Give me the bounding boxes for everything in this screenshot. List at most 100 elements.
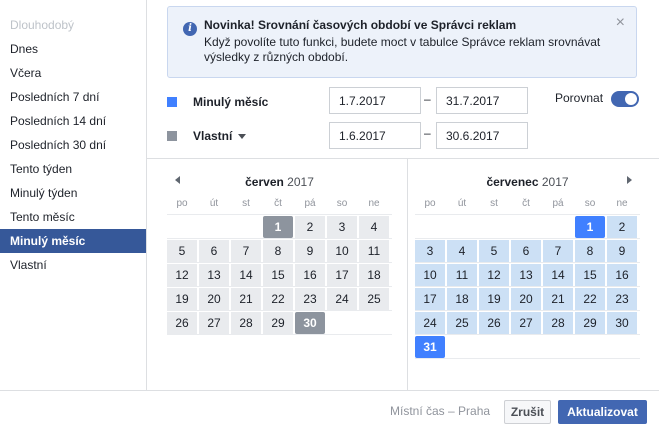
calendar-day[interactable]: 3 <box>327 216 357 238</box>
calendar-day[interactable]: 25 <box>359 288 389 310</box>
grid-line <box>415 214 640 215</box>
weekday-label: so <box>336 198 348 209</box>
compare-toggle[interactable] <box>611 91 639 107</box>
primary-start-date-input[interactable] <box>329 87 421 114</box>
calendar-day[interactable]: 27 <box>199 312 229 334</box>
weekday-label: pá <box>552 198 564 209</box>
calendar-day[interactable]: 7 <box>231 240 261 262</box>
sidebar-item-last-week[interactable]: Minulý týden <box>0 181 146 205</box>
calendar-day[interactable]: 10 <box>327 240 357 262</box>
calendar-day[interactable]: 2 <box>295 216 325 238</box>
calendar-day[interactable]: 30 <box>295 312 325 334</box>
calendar-day[interactable]: 13 <box>511 264 541 286</box>
calendar-day[interactable]: 26 <box>167 312 197 334</box>
calendar-day[interactable]: 12 <box>167 264 197 286</box>
weekday-label: čt <box>522 198 530 209</box>
calendar-title: červen 2017 <box>167 175 392 189</box>
toggle-knob <box>625 93 637 105</box>
grid-line <box>167 334 392 335</box>
compare-start-date-input[interactable] <box>329 122 421 149</box>
calendar-day[interactable]: 24 <box>327 288 357 310</box>
calendar-day[interactable]: 5 <box>167 240 197 262</box>
calendar-day[interactable]: 25 <box>447 312 477 334</box>
sidebar-item-this-month[interactable]: Tento měsíc <box>0 205 146 229</box>
compare-end-date-input[interactable] <box>436 122 528 149</box>
calendar-day[interactable]: 17 <box>327 264 357 286</box>
weekday-label: po <box>424 198 436 209</box>
weekday-label: ne <box>368 198 380 209</box>
calendar-day[interactable]: 8 <box>263 240 293 262</box>
calendar-day[interactable]: 13 <box>199 264 229 286</box>
calendar-day[interactable]: 6 <box>199 240 229 262</box>
calendar-day[interactable]: 20 <box>511 288 541 310</box>
close-icon[interactable]: × <box>616 14 625 32</box>
calendar-day[interactable]: 21 <box>231 288 261 310</box>
calendar-day[interactable]: 28 <box>231 312 261 334</box>
cancel-button[interactable]: Zrušit <box>504 400 551 424</box>
sidebar-item-lifetime[interactable]: Dlouhodobý <box>0 13 146 37</box>
calendar-day[interactable]: 27 <box>511 312 541 334</box>
calendar-day[interactable]: 4 <box>359 216 389 238</box>
calendar-day[interactable]: 14 <box>543 264 573 286</box>
calendar-day[interactable]: 31 <box>415 336 445 358</box>
calendar-day[interactable]: 17 <box>415 288 445 310</box>
calendar-day[interactable]: 15 <box>263 264 293 286</box>
calendar-day[interactable]: 4 <box>447 240 477 262</box>
calendar-day[interactable]: 1 <box>263 216 293 238</box>
calendar-day[interactable]: 28 <box>543 312 573 334</box>
calendar-day[interactable]: 7 <box>543 240 573 262</box>
calendar-day[interactable]: 19 <box>479 288 509 310</box>
calendar-day[interactable]: 26 <box>479 312 509 334</box>
calendar-day[interactable]: 22 <box>575 288 605 310</box>
calendar-day[interactable]: 14 <box>231 264 261 286</box>
info-icon: i <box>183 22 197 36</box>
calendar-day[interactable]: 3 <box>415 240 445 262</box>
calendar-day[interactable]: 24 <box>415 312 445 334</box>
calendar-day[interactable]: 15 <box>575 264 605 286</box>
calendar-day[interactable]: 12 <box>479 264 509 286</box>
calendar-day[interactable]: 19 <box>167 288 197 310</box>
calendar-day[interactable]: 8 <box>575 240 605 262</box>
sidebar-item-yesterday[interactable]: Včera <box>0 61 146 85</box>
calendar-day[interactable]: 16 <box>607 264 637 286</box>
update-button[interactable]: Aktualizovat <box>558 400 647 424</box>
calendar-day[interactable]: 11 <box>447 264 477 286</box>
sidebar-item-last-month[interactable]: Minulý měsíc <box>0 229 146 253</box>
calendar-month: červenec <box>486 175 539 189</box>
sidebar-item-last-30-days[interactable]: Posledních 30 dní <box>0 133 146 157</box>
footer-divider <box>0 390 659 391</box>
calendar-title: červenec 2017 <box>415 175 640 189</box>
calendar-day[interactable]: 23 <box>295 288 325 310</box>
calendar-day[interactable]: 30 <box>607 312 637 334</box>
calendar-day[interactable]: 5 <box>479 240 509 262</box>
calendar-day[interactable]: 9 <box>295 240 325 262</box>
calendar-day[interactable]: 21 <box>543 288 573 310</box>
grid-line <box>167 310 392 311</box>
sidebar-item-last-14-days[interactable]: Posledních 14 dní <box>0 109 146 133</box>
calendar-day[interactable]: 22 <box>263 288 293 310</box>
calendar-day[interactable]: 20 <box>199 288 229 310</box>
sidebar-item-today[interactable]: Dnes <box>0 37 146 61</box>
sidebar-item-last-7-days[interactable]: Posledních 7 dní <box>0 85 146 109</box>
calendar-day[interactable]: 29 <box>575 312 605 334</box>
calendar-day[interactable]: 18 <box>447 288 477 310</box>
date-range-picker: Dlouhodobý Dnes Včera Posledních 7 dní P… <box>0 0 659 432</box>
calendar-day[interactable]: 9 <box>607 240 637 262</box>
weekday-label: út <box>457 198 467 209</box>
calendar-day[interactable]: 1 <box>575 216 605 238</box>
calendar-day[interactable]: 6 <box>511 240 541 262</box>
calendar-day[interactable]: 10 <box>415 264 445 286</box>
calendar-day[interactable]: 29 <box>263 312 293 334</box>
calendar-day[interactable]: 2 <box>607 216 637 238</box>
calendar-day[interactable]: 18 <box>359 264 389 286</box>
calendar-day[interactable]: 23 <box>607 288 637 310</box>
primary-range-label: Minulý měsíc <box>193 95 269 109</box>
weekday-label: po <box>176 198 188 209</box>
weekday-label: út <box>209 198 219 209</box>
sidebar-item-custom[interactable]: Vlastní <box>0 253 146 277</box>
calendar-day[interactable]: 11 <box>359 240 389 262</box>
compare-range-dropdown[interactable]: Vlastní <box>193 129 247 143</box>
sidebar-item-this-week[interactable]: Tento týden <box>0 157 146 181</box>
calendar-day[interactable]: 16 <box>295 264 325 286</box>
primary-end-date-input[interactable] <box>436 87 528 114</box>
